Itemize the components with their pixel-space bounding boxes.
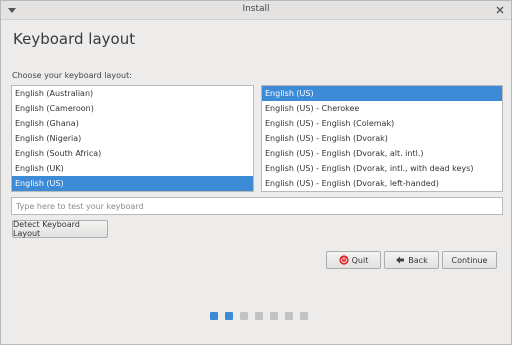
step-progress-indicator [210, 312, 308, 320]
detect-layout-button[interactable]: Detect Keyboard Layout [12, 220, 108, 238]
continue-button[interactable]: Continue [442, 251, 497, 269]
window-title: Install [242, 4, 270, 14]
layout-item[interactable]: English (Australian) [12, 86, 253, 101]
back-label: Back [408, 255, 428, 265]
close-icon[interactable] [495, 5, 505, 15]
layout-prompt: Choose your keyboard layout: [12, 71, 132, 80]
arrow-left-icon [396, 256, 405, 264]
keyboard-variant-list[interactable]: English (US) English (US) - Cherokee Eng… [261, 85, 503, 192]
layout-item[interactable]: English (Nigeria) [12, 131, 253, 146]
progress-step-dot [300, 312, 308, 320]
variant-item[interactable]: English (US) - English (Dvorak) [262, 131, 502, 146]
power-icon [339, 255, 349, 265]
layout-item[interactable]: English (UK) [12, 161, 253, 176]
variant-item-selected[interactable]: English (US) [262, 86, 502, 101]
page-title: Keyboard layout [13, 30, 136, 48]
layout-item[interactable]: English (Ghana) [12, 116, 253, 131]
layout-item-selected[interactable]: English (US) [12, 176, 253, 191]
variant-item[interactable]: English (US) - English (Dvorak, intl., w… [262, 161, 502, 176]
variant-item[interactable]: English (US) - English (Dvorak, alt. int… [262, 146, 502, 161]
progress-step-dot [255, 312, 263, 320]
keyboard-layout-list[interactable]: English (Australian) English (Cameroon) … [11, 85, 254, 192]
progress-step-dot [240, 312, 248, 320]
layout-item[interactable]: English (South Africa) [12, 146, 253, 161]
quit-label: Quit [351, 255, 369, 265]
progress-step-dot [270, 312, 278, 320]
detect-layout-label: Detect Keyboard Layout [13, 220, 80, 238]
installer-window: Install Keyboard layout Choose your keyb… [0, 0, 512, 345]
variant-item[interactable]: English (US) - Cherokee [262, 101, 502, 116]
title-bar: Install [1, 1, 511, 20]
keyboard-test-input[interactable] [11, 197, 503, 215]
progress-step-dot [225, 312, 233, 320]
continue-label: Continue [451, 255, 488, 265]
variant-item[interactable]: English (US) - English (Dvorak, left-han… [262, 176, 502, 191]
quit-button[interactable]: Quit [326, 251, 381, 269]
variant-item[interactable]: English (US) - English (Colemak) [262, 116, 502, 131]
progress-step-dot [285, 312, 293, 320]
progress-step-dot [210, 312, 218, 320]
layout-item[interactable]: English (Cameroon) [12, 101, 253, 116]
back-button[interactable]: Back [384, 251, 439, 269]
